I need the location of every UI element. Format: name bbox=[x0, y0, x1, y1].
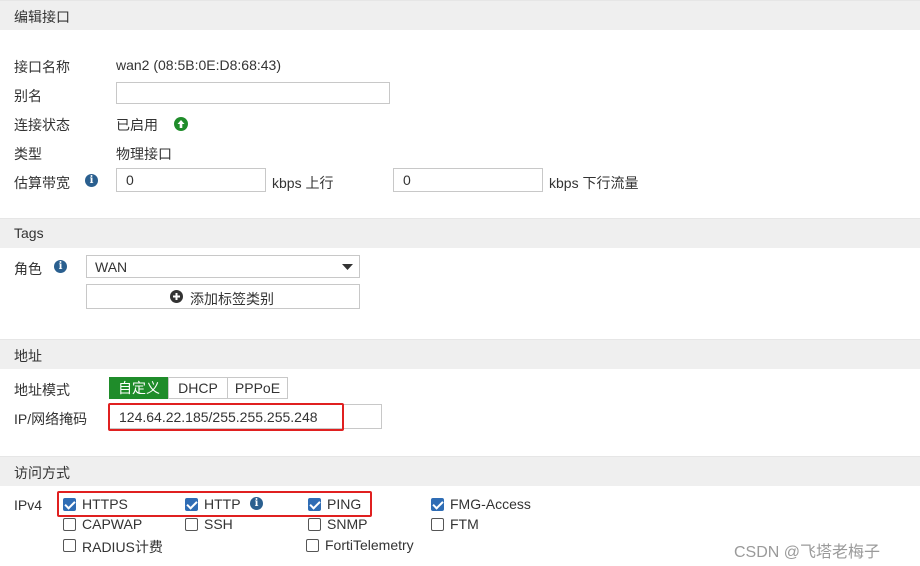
ssh-label: SSH bbox=[204, 516, 233, 532]
status-up-arrow-icon bbox=[174, 117, 188, 131]
address-mode-dhcp-button[interactable]: DHCP bbox=[168, 377, 228, 399]
chevron-down-icon bbox=[342, 264, 353, 270]
status-value: 已启用 bbox=[116, 117, 158, 133]
add-tag-category-button[interactable]: 添加标签类别 bbox=[86, 284, 360, 309]
downstream-bandwidth-input[interactable] bbox=[393, 168, 543, 192]
interface-name-value: wan2 (08:5B:0E:D8:68:43) bbox=[116, 57, 281, 73]
ip-highlight-box bbox=[108, 403, 344, 431]
address-mode-custom-button[interactable]: 自定义 bbox=[109, 377, 169, 399]
upstream-unit-label: kbps 上行 bbox=[272, 175, 334, 191]
role-info-icon[interactable]: i bbox=[54, 260, 67, 273]
section-title: Tags bbox=[14, 225, 44, 241]
status-label: 连接状态 bbox=[14, 117, 70, 133]
role-select-value: WAN bbox=[95, 259, 128, 275]
bandwidth-label: 估算带宽 bbox=[14, 175, 70, 191]
upstream-bandwidth-input[interactable] bbox=[116, 168, 266, 192]
fmg-access-checkbox[interactable] bbox=[431, 498, 444, 511]
bandwidth-info-icon[interactable]: i bbox=[85, 174, 98, 187]
csdn-watermark: CSDN @飞塔老梅子 bbox=[734, 544, 881, 561]
type-label: 类型 bbox=[14, 146, 42, 162]
section-title: 访问方式 bbox=[14, 465, 70, 481]
interface-name-label: 接口名称 bbox=[14, 59, 70, 75]
section-title: 地址 bbox=[14, 348, 42, 364]
ip-netmask-label: IP/网络掩码 bbox=[14, 411, 88, 427]
address-mode-label: 地址模式 bbox=[14, 382, 70, 398]
radius-accounting-checkbox[interactable] bbox=[63, 539, 76, 552]
capwap-checkbox[interactable] bbox=[63, 518, 76, 531]
ftm-label: FTM bbox=[450, 516, 479, 532]
role-select[interactable]: WAN bbox=[86, 255, 360, 278]
add-tag-category-label: 添加标签类别 bbox=[190, 291, 274, 307]
ssh-checkbox[interactable] bbox=[185, 518, 198, 531]
radius-accounting-label: RADIUS计费 bbox=[82, 539, 163, 555]
alias-label: 别名 bbox=[14, 88, 42, 104]
ipv4-label: IPv4 bbox=[14, 497, 43, 513]
role-label: 角色 bbox=[14, 261, 42, 277]
address-mode-pppoe-button[interactable]: PPPoE bbox=[227, 377, 288, 399]
plus-circle-icon bbox=[170, 290, 183, 303]
type-value: 物理接口 bbox=[116, 146, 172, 162]
snmp-label: SNMP bbox=[327, 516, 368, 532]
fmg-access-label: FMG-Access bbox=[450, 496, 531, 512]
snmp-checkbox[interactable] bbox=[308, 518, 321, 531]
ftm-checkbox[interactable] bbox=[431, 518, 444, 531]
section-header-tags: Tags bbox=[0, 218, 920, 248]
section-header-address: 地址 bbox=[0, 339, 920, 369]
section-header-access: 访问方式 bbox=[0, 456, 920, 486]
capwap-label: CAPWAP bbox=[82, 516, 143, 532]
section-header-edit-interface: 编辑接口 bbox=[0, 0, 920, 30]
downstream-unit-label: kbps 下行流量 bbox=[549, 175, 639, 191]
alias-input[interactable] bbox=[116, 82, 390, 104]
section-title: 编辑接口 bbox=[14, 9, 70, 25]
fortitelemetry-label: FortiTelemetry bbox=[325, 537, 414, 553]
access-highlight-box bbox=[57, 491, 372, 517]
fortitelemetry-checkbox[interactable] bbox=[306, 539, 319, 552]
